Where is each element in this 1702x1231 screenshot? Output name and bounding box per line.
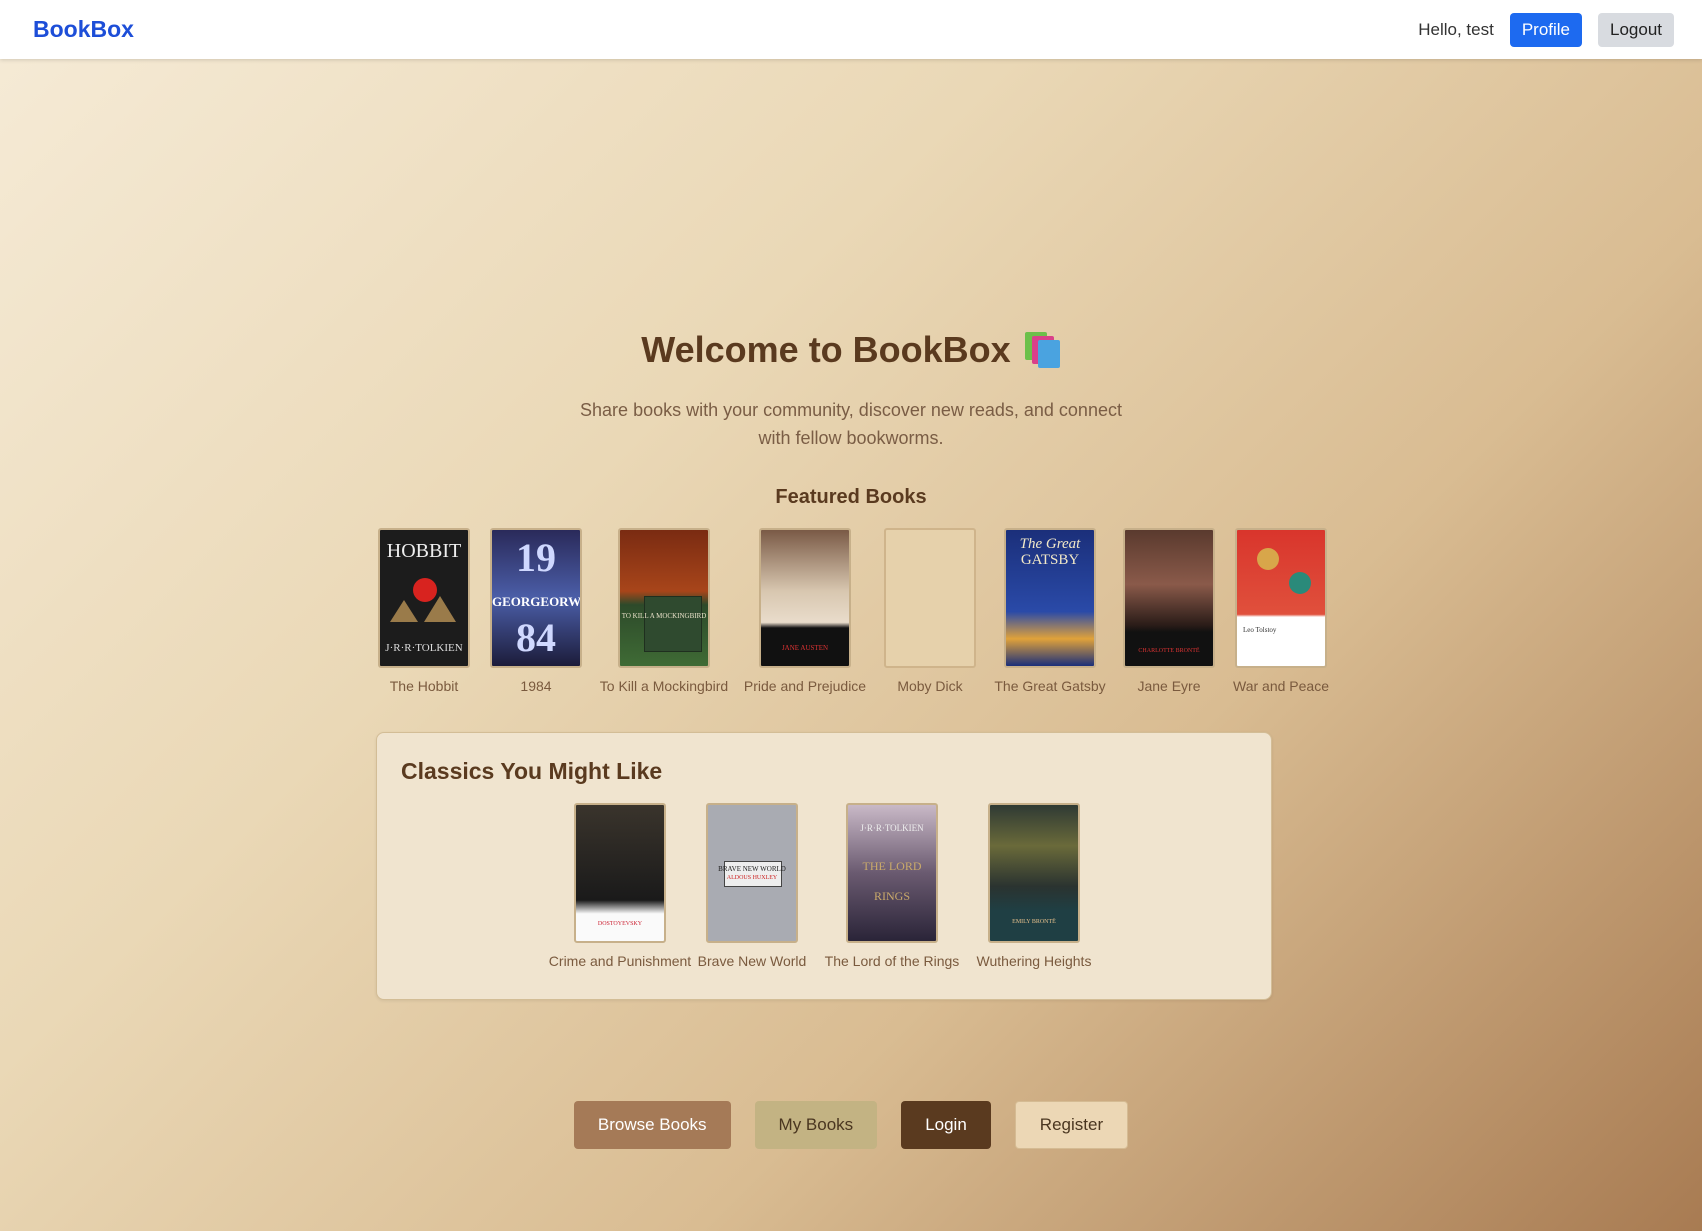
featured-books-heading: Featured Books bbox=[775, 486, 927, 508]
classic-book-card[interactable]: EMILY BRONTË Wuthering Heights bbox=[971, 803, 1097, 969]
featured-book-card[interactable]: The Great GATSBY The Great Gatsby bbox=[990, 528, 1110, 694]
login-button[interactable]: Login bbox=[901, 1101, 991, 1149]
book-title: The Lord of the Rings bbox=[824, 953, 960, 969]
book-cover-1984[interactable]: 19 GEORGEORWELL 84 bbox=[490, 528, 582, 668]
featured-book-card[interactable]: HOBBIT J·R·R·TOLKIEN The Hobbit bbox=[376, 528, 472, 694]
classic-book-card[interactable]: DOSTOYEVSKY Crime and Punishment bbox=[545, 803, 695, 969]
hero-subtitle-line-2: with fellow bookworms. bbox=[758, 428, 944, 448]
brand-logo[interactable]: BookBox bbox=[33, 16, 134, 43]
book-cover-crime-punishment[interactable]: DOSTOYEVSKY bbox=[574, 803, 666, 943]
book-cover-wuthering-heights[interactable]: EMILY BRONTË bbox=[988, 803, 1080, 943]
top-navbar: BookBox Hello, test Profile Logout bbox=[0, 0, 1702, 59]
book-title: The Hobbit bbox=[389, 678, 459, 694]
action-buttons: Browse Books My Books Login Register bbox=[0, 1101, 1702, 1149]
book-title: Wuthering Heights bbox=[976, 953, 1092, 969]
book-title: Jane Eyre bbox=[1137, 678, 1201, 694]
user-greeting: Hello, test bbox=[1418, 19, 1494, 39]
classics-heading: Classics You Might Like bbox=[401, 758, 663, 784]
my-books-button[interactable]: My Books bbox=[754, 1101, 878, 1149]
page-title: Welcome to BookBox bbox=[0, 329, 1702, 371]
hero-subtitle-line-1: Share books with your community, discove… bbox=[580, 400, 1122, 420]
classics-panel: Classics You Might Like DOSTOYEVSKY Crim… bbox=[376, 732, 1272, 1000]
book-title: War and Peace bbox=[1233, 678, 1329, 694]
book-title: To Kill a Mockingbird bbox=[599, 678, 729, 694]
book-cover-jane-eyre[interactable]: CHARLOTTE BRONTË bbox=[1123, 528, 1215, 668]
browse-books-button[interactable]: Browse Books bbox=[573, 1101, 731, 1149]
register-button[interactable]: Register bbox=[1014, 1101, 1129, 1149]
logout-button[interactable]: Logout bbox=[1598, 12, 1674, 47]
hero-section: Welcome to BookBox Share books with your… bbox=[0, 59, 1702, 1231]
book-cover-lord-rings[interactable]: J·R·R·TOLKIEN THE LORD RINGS bbox=[846, 803, 938, 943]
book-cover-hobbit[interactable]: HOBBIT J·R·R·TOLKIEN bbox=[378, 528, 470, 668]
featured-book-card[interactable]: 19 GEORGEORWELL 84 1984 bbox=[488, 528, 584, 694]
book-title: Crime and Punishment bbox=[548, 953, 692, 969]
nav-user-area: Hello, test Profile Logout bbox=[1418, 12, 1674, 47]
book-title: Moby Dick bbox=[897, 678, 963, 694]
book-cover-mockingbird[interactable]: TO KILL A MOCKINGBIRD bbox=[618, 528, 710, 668]
hero-subtitle: Share books with your community, discove… bbox=[0, 396, 1702, 452]
book-title: 1984 bbox=[520, 678, 552, 694]
featured-book-card[interactable]: CHARLOTTE BRONTË Jane Eyre bbox=[1121, 528, 1217, 694]
page-title-text: Welcome to BookBox bbox=[641, 329, 1011, 370]
featured-book-card[interactable]: JANE AUSTEN Pride and Prejudice bbox=[740, 528, 870, 694]
book-cover-pride-prejudice[interactable]: JANE AUSTEN bbox=[759, 528, 851, 668]
book-cover-great-gatsby[interactable]: The Great GATSBY bbox=[1004, 528, 1096, 668]
books-icon bbox=[1024, 332, 1061, 368]
classic-book-card[interactable]: BRAVE NEW WORLD ALDOUS HUXLEY Brave New … bbox=[687, 803, 817, 969]
featured-book-card[interactable]: TO KILL A MOCKINGBIRD To Kill a Mockingb… bbox=[592, 528, 736, 694]
book-cover-war-peace[interactable]: Leo Tolstoy bbox=[1235, 528, 1327, 668]
book-cover-moby-dick[interactable] bbox=[884, 528, 976, 668]
featured-book-card[interactable]: Moby Dick bbox=[882, 528, 978, 694]
book-title: Brave New World bbox=[697, 953, 807, 969]
profile-button[interactable]: Profile bbox=[1509, 12, 1582, 47]
featured-book-card[interactable]: Leo Tolstoy War and Peace bbox=[1233, 528, 1329, 694]
classic-book-card[interactable]: J·R·R·TOLKIEN THE LORD RINGS The Lord of… bbox=[817, 803, 967, 969]
book-title: The Great Gatsby bbox=[994, 678, 1106, 694]
book-cover-brave-new-world[interactable]: BRAVE NEW WORLD ALDOUS HUXLEY bbox=[706, 803, 798, 943]
book-title: Pride and Prejudice bbox=[743, 678, 867, 694]
